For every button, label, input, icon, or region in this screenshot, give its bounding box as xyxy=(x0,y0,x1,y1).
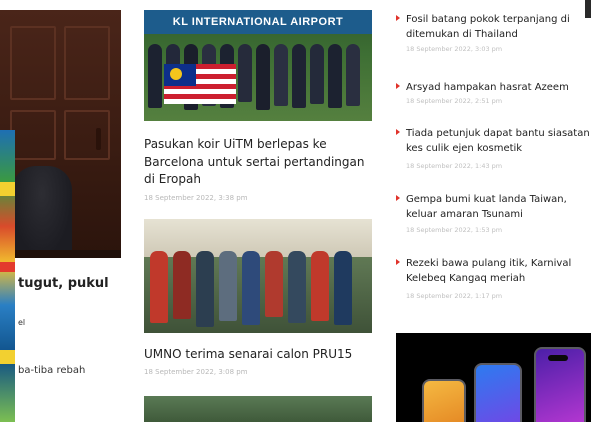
list-item[interactable]: Fosil batang pokok terpanjang di ditemuk… xyxy=(396,12,591,56)
list-item-title[interactable]: Rezeki bawa pulang itik, Karnival Kelebe… xyxy=(406,256,591,286)
left-article-meta: el xyxy=(18,318,26,327)
left-thumbnail-chip xyxy=(0,182,15,196)
bullet-icon xyxy=(396,195,400,201)
list-item-title[interactable]: Tiada petunjuk dapat bantu siasatan kes … xyxy=(406,126,591,156)
bullet-icon xyxy=(396,15,400,21)
list-item[interactable]: Rezeki bawa pulang itik, Karnival Kelebe… xyxy=(396,256,591,304)
bullet-icon xyxy=(396,129,400,135)
bullet-icon xyxy=(396,83,400,89)
list-item[interactable]: Tiada petunjuk dapat bantu siasatan kes … xyxy=(396,126,591,172)
header-edge xyxy=(585,0,591,18)
phone-icon xyxy=(474,363,522,422)
list-item-title[interactable]: Gempa bumi kuat landa Taiwan, keluar ama… xyxy=(406,192,591,222)
list-item-meta: 18 September 2022, 1:17 pm xyxy=(406,292,503,300)
left-thumbnail-chip xyxy=(0,350,15,364)
left-image-shadow xyxy=(0,250,121,258)
article-1-title[interactable]: Pasukan koir UiTM berlepas ke Barcelona … xyxy=(144,136,374,189)
article-2-meta: 18 September 2022, 3:08 pm xyxy=(144,368,248,376)
left-thumbnail-chip xyxy=(0,262,15,272)
article-1-image[interactable]: KL INTERNATIONAL AIRPORT xyxy=(144,10,372,121)
left-article-snippet[interactable]: ba-tiba rebah xyxy=(18,365,85,376)
bullet-icon xyxy=(396,259,400,265)
list-item-title[interactable]: Arsyad hampakan hasrat Azeem xyxy=(406,80,591,95)
list-item[interactable]: Gempa bumi kuat landa Taiwan, keluar ama… xyxy=(396,192,591,238)
article-2-title[interactable]: UMNO terima senarai calon PRU15 xyxy=(144,346,374,364)
list-item-meta: 18 September 2022, 3:03 pm xyxy=(406,45,503,53)
list-item-meta: 18 September 2022, 2:51 pm xyxy=(406,97,503,105)
left-article-headline[interactable]: tugut, pukul xyxy=(18,276,109,291)
left-thumbnail-strip[interactable] xyxy=(0,130,15,422)
list-item-meta: 18 September 2022, 1:43 pm xyxy=(406,162,503,170)
list-item-meta: 18 September 2022, 1:53 pm xyxy=(406,226,503,234)
phone-icon xyxy=(422,379,466,422)
article-2-image[interactable] xyxy=(144,219,372,333)
article-3-image[interactable] xyxy=(144,396,372,422)
list-item[interactable]: Arsyad hampakan hasrat Azeem 18 Septembe… xyxy=(396,80,591,110)
phone-advertisement[interactable] xyxy=(396,333,591,422)
left-featured-image[interactable] xyxy=(0,10,121,258)
list-item-title[interactable]: Fosil batang pokok terpanjang di ditemuk… xyxy=(406,12,591,42)
airport-sign: KL INTERNATIONAL AIRPORT xyxy=(144,10,372,34)
article-1-meta: 18 September 2022, 3:38 pm xyxy=(144,194,248,202)
